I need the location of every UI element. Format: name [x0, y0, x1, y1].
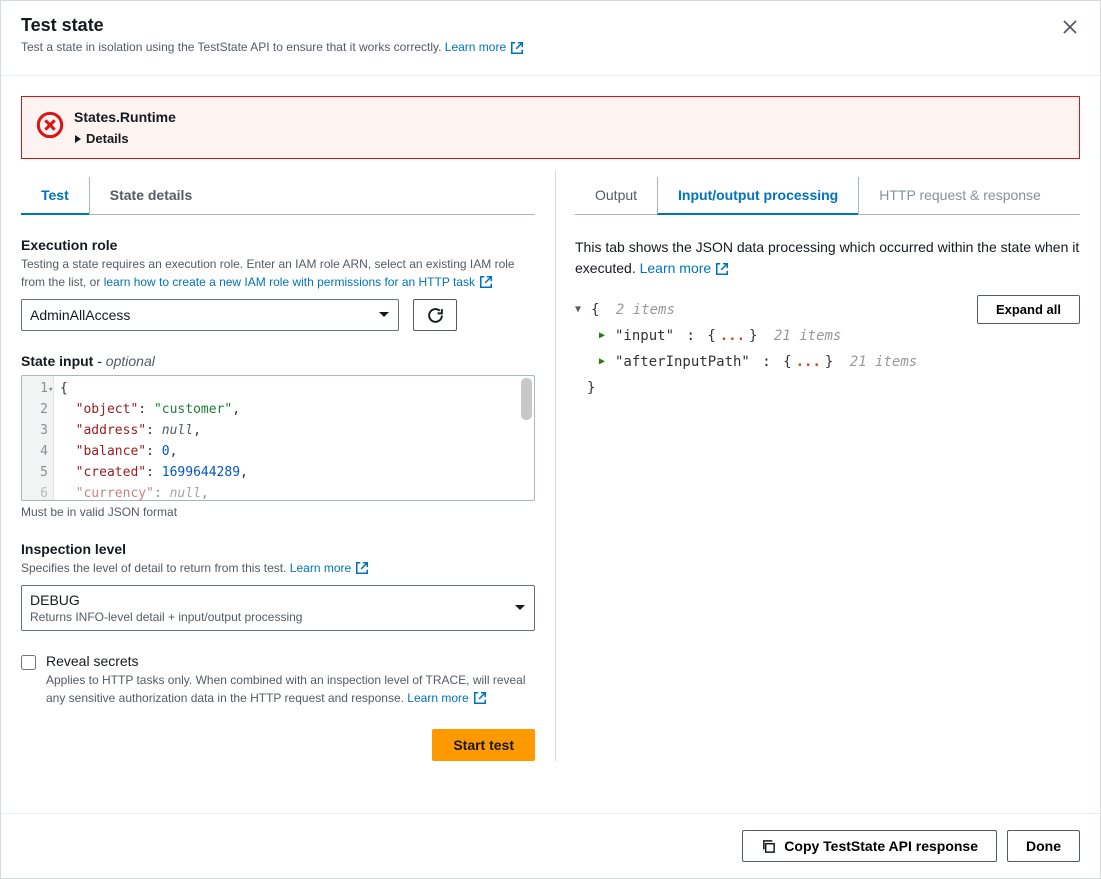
copy-response-button[interactable]: Copy TestState API response [742, 830, 997, 862]
external-link-icon [473, 691, 487, 705]
modal-footer: Copy TestState API response Done [1, 813, 1100, 878]
external-link-icon [479, 275, 493, 289]
right-tabs: Output Input/output processing HTTP requ… [575, 177, 1080, 215]
caret-down-icon[interactable]: ▼ [575, 297, 587, 323]
inspection-level-select[interactable]: DEBUG Returns INFO-level detail + input/… [21, 585, 535, 631]
execution-role-select[interactable]: AdminAllAccess [21, 299, 399, 331]
error-icon [36, 111, 64, 139]
copy-icon [761, 839, 776, 854]
tab-io-processing[interactable]: Input/output processing [657, 177, 858, 215]
start-test-button[interactable]: Start test [432, 729, 535, 761]
inspection-level-help: Specifies the level of detail to return … [21, 559, 535, 577]
state-input-helper: Must be in valid JSON format [21, 505, 535, 519]
modal-subtitle: Test a state in isolation using the Test… [21, 38, 1080, 57]
inspection-level-label: Inspection level [21, 541, 535, 557]
caret-right-icon[interactable]: ▶ [599, 349, 611, 375]
error-title: States.Runtime [74, 109, 176, 125]
refresh-icon [427, 307, 444, 324]
tab-state-details[interactable]: State details [89, 177, 212, 214]
expand-all-button[interactable]: Expand all [977, 295, 1080, 324]
test-state-modal: Test state Test a state in isolation usi… [0, 0, 1101, 879]
left-panel: Test State details Execution role Testin… [21, 177, 535, 761]
caret-right-icon[interactable]: ▶ [599, 323, 611, 349]
external-link-icon [355, 561, 369, 575]
inspection-learn-more-link[interactable]: Learn more [290, 559, 369, 577]
editor-body[interactable]: { "object": "customer", "address": null,… [54, 376, 534, 500]
external-link-icon [715, 262, 729, 276]
tree-node-after-input-path[interactable]: ▶ "afterInputPath" : {...} 21 items [575, 349, 1080, 375]
state-input-label: State input - optional [21, 353, 535, 369]
right-panel: Output Input/output processing HTTP requ… [575, 177, 1080, 761]
caret-right-icon [74, 134, 82, 144]
close-icon [1062, 19, 1078, 35]
io-learn-more-link[interactable]: Learn more [640, 258, 730, 279]
tab-test[interactable]: Test [21, 177, 89, 215]
tab-http: HTTP request & response [858, 177, 1061, 214]
io-tab-description: This tab shows the JSON data processing … [575, 237, 1080, 279]
learn-more-link[interactable]: Learn more [445, 38, 524, 57]
reveal-secrets-row: Reveal secrets Applies to HTTP tasks onl… [21, 653, 535, 707]
modal-title: Test state [21, 15, 1080, 36]
modal-header: Test state Test a state in isolation usi… [1, 1, 1100, 76]
editor-scrollbar[interactable] [521, 378, 532, 498]
modal-content: States.Runtime Details Test State detail… [1, 76, 1100, 813]
close-button[interactable] [1058, 15, 1082, 39]
refresh-roles-button[interactable] [413, 299, 457, 331]
reveal-learn-more-link[interactable]: Learn more [407, 689, 486, 707]
error-alert: States.Runtime Details [21, 96, 1080, 159]
editor-gutter: 1▾ 2 3 4 5 6 [22, 376, 54, 500]
reveal-secrets-checkbox[interactable] [21, 655, 36, 670]
left-tabs: Test State details [21, 177, 535, 215]
caret-down-icon [514, 604, 526, 612]
execution-role-help: Testing a state requires an execution ro… [21, 255, 535, 291]
tree-node-input[interactable]: ▶ "input" : {...} 21 items [575, 323, 1080, 349]
tab-output[interactable]: Output [575, 177, 657, 214]
reveal-secrets-label: Reveal secrets [46, 653, 535, 669]
reveal-secrets-help: Applies to HTTP tasks only. When combine… [46, 671, 535, 707]
caret-down-icon [378, 311, 390, 319]
execution-role-label: Execution role [21, 237, 535, 253]
iam-role-link[interactable]: learn how to create a new IAM role with … [104, 273, 493, 291]
error-details-toggle[interactable]: Details [74, 131, 176, 146]
done-button[interactable]: Done [1007, 830, 1080, 862]
external-link-icon [510, 41, 524, 55]
state-input-editor[interactable]: 1▾ 2 3 4 5 6 { "object": "customer", "ad… [21, 375, 535, 501]
tree-close-brace: } [575, 375, 1080, 401]
